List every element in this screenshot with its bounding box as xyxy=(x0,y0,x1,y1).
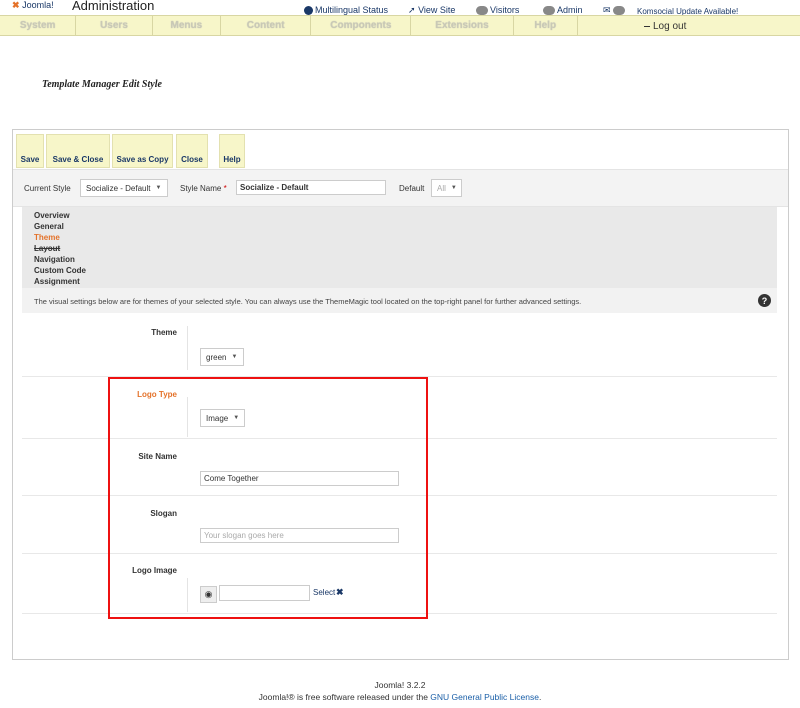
tab-theme[interactable]: Theme xyxy=(34,233,60,242)
messages-count-badge xyxy=(613,6,626,16)
menu-extensions[interactable]: Extensions xyxy=(411,16,514,35)
default-label: Default xyxy=(399,184,425,193)
brand-name: Joomla! xyxy=(22,0,54,10)
license-suffix: . xyxy=(538,692,542,702)
globe-icon xyxy=(304,6,313,16)
save-button[interactable]: Save xyxy=(16,134,44,168)
default-value: All xyxy=(437,183,446,193)
view-site-label: View Site xyxy=(418,5,456,15)
save-close-button[interactable]: Save & Close xyxy=(46,134,110,168)
menu-components-label: Components xyxy=(330,20,392,31)
visitors-label: Visitors xyxy=(490,5,520,15)
chevron-down-icon: ▼ xyxy=(155,185,162,191)
tab-assignment[interactable]: Assignment xyxy=(34,277,80,286)
joomla-logo[interactable]: ✖ Joomla! xyxy=(12,0,54,11)
multilingual-status-label: Multilingual Status xyxy=(315,5,389,15)
help-question-icon[interactable]: ? xyxy=(758,294,771,307)
style-bar: Current Style Socialize - Default ▼ Style… xyxy=(13,169,788,207)
chevron-down-icon: ▼ xyxy=(450,185,457,191)
menu-help-label: Help xyxy=(534,20,557,31)
menu-users-label: Users xyxy=(100,20,128,31)
menu-system-label: System xyxy=(19,20,56,31)
admin-status[interactable]: Admin xyxy=(543,5,583,16)
required-marker: * xyxy=(223,184,227,193)
save-as-copy-button[interactable]: Save as Copy xyxy=(112,134,173,168)
logout-icon xyxy=(644,25,650,27)
current-style-select[interactable]: Socialize - Default ▼ xyxy=(80,179,168,197)
external-link-icon: ➚ xyxy=(408,5,416,15)
tab-overview[interactable]: Overview xyxy=(34,211,70,220)
row-divider xyxy=(187,326,188,370)
license-prefix: Joomla!® is free software released under… xyxy=(258,692,428,702)
highlight-box xyxy=(108,377,428,619)
menu-right-area xyxy=(578,16,800,35)
menu-menus[interactable]: Menus xyxy=(153,16,222,35)
toolbar: Save Save & Close Save as Copy Close Hel… xyxy=(13,130,788,168)
joomla-x-icon: ✖ xyxy=(12,0,20,10)
admin-label: Admin xyxy=(557,5,583,15)
notice-message: The visual settings below are for themes… xyxy=(34,297,582,306)
tab-layout[interactable]: Layout xyxy=(34,244,60,253)
current-style-value: Socialize - Default xyxy=(86,183,151,193)
theme-select[interactable]: green ▼ xyxy=(200,348,244,366)
menu-system[interactable]: System xyxy=(0,16,77,35)
current-style-label: Current Style xyxy=(24,184,71,193)
style-name-label: Style Name * xyxy=(180,184,227,193)
close-button[interactable]: Close xyxy=(176,134,208,168)
theme-value: green xyxy=(206,352,227,362)
help-button[interactable]: Help xyxy=(219,134,245,168)
theme-label: Theme xyxy=(151,328,177,337)
tab-navigation[interactable]: Navigation xyxy=(34,255,75,264)
default-select[interactable]: All ▼ xyxy=(431,179,462,197)
menu-menus-label: Menus xyxy=(170,20,203,31)
envelope-icon: ✉ xyxy=(603,5,611,15)
style-name-label-text: Style Name xyxy=(180,184,222,193)
visitors-status[interactable]: Visitors xyxy=(476,5,520,16)
footer-license: Joomla!® is free software released under… xyxy=(0,692,800,702)
menu-content[interactable]: Content xyxy=(221,16,312,35)
field-row-theme: Theme green ▼ xyxy=(22,314,777,377)
menu-content-label: Content xyxy=(246,20,285,31)
logout-link[interactable]: Log out xyxy=(644,21,686,32)
tab-general[interactable]: General xyxy=(34,222,64,231)
page-title: Template Manager Edit Style xyxy=(42,79,162,90)
tab-custom-code[interactable]: Custom Code xyxy=(34,266,86,275)
user-icon xyxy=(543,6,555,16)
multilingual-status-link[interactable]: Multilingual Status xyxy=(304,5,389,16)
style-name-input[interactable]: Socialize - Default xyxy=(236,180,386,195)
admin-title: Administration xyxy=(72,0,155,13)
visitors-icon xyxy=(476,6,488,16)
menu-extensions-label: Extensions xyxy=(435,20,489,31)
gpl-license-link[interactable]: GNU General Public License xyxy=(430,692,539,702)
logout-label: Log out xyxy=(653,21,687,32)
footer-version: Joomla! 3.2.2 xyxy=(374,680,426,690)
menu-users[interactable]: Users xyxy=(76,16,153,35)
menu-components[interactable]: Components xyxy=(311,16,412,35)
settings-tabs: Overview General Theme Layout Navigation… xyxy=(22,207,777,288)
menu-help[interactable]: Help xyxy=(514,16,578,35)
chevron-down-icon: ▼ xyxy=(231,354,238,360)
theme-notice: The visual settings below are for themes… xyxy=(22,288,777,313)
top-header: ✖ Joomla! Administration Multilingual St… xyxy=(0,0,800,16)
